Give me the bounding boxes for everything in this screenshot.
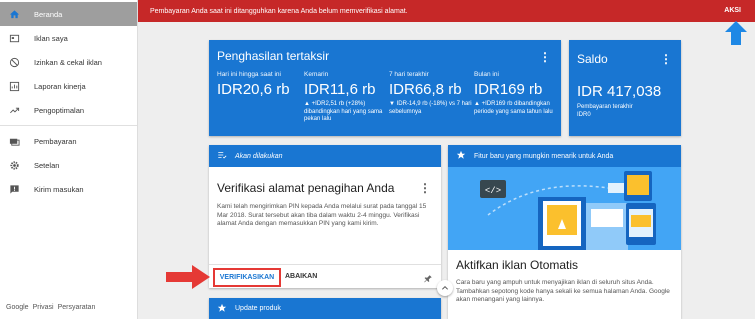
payments-icon	[8, 135, 20, 147]
report-icon	[8, 80, 20, 92]
sidebar-item-pengoptimalan[interactable]: Pengoptimalan	[0, 98, 137, 122]
home-icon	[8, 8, 20, 20]
update-card-header-label: Update produk	[235, 305, 281, 312]
sidebar-item-label: Beranda	[34, 9, 63, 19]
footer-privasi-link[interactable]: Privasi	[33, 304, 54, 311]
earnings-card: Penghasilan tertaksir ⋮ Hari ini hingga …	[209, 40, 561, 136]
sidebar-item-label: Iklan saya	[34, 33, 68, 43]
earnings-change: ▲ +IDR169 rb dibandingkan periode yang s…	[474, 101, 553, 115]
earnings-label: Bulan ini	[474, 71, 499, 78]
saldo-sub: Pembayaran terakhir IDR0	[577, 104, 633, 119]
gear-icon	[8, 159, 20, 171]
sidebar-item-label: Kirim masukan	[34, 184, 84, 194]
action-card-body: Kami telah mengirimkan PIN kepada Anda m…	[217, 203, 427, 227]
saldo-title: Saldo	[577, 52, 608, 66]
feedback-icon	[8, 183, 20, 195]
earnings-value: IDR11,6 rb	[304, 81, 376, 98]
earnings-value: IDR20,6 rb	[217, 81, 290, 98]
update-card-header: Update produk	[209, 298, 441, 319]
sidebar-item-label: Laporan kinerja	[34, 81, 86, 91]
earnings-value: IDR66,8 rb	[389, 81, 462, 98]
pin-icon[interactable]	[423, 271, 433, 289]
alert-banner: Pembayaran Anda saat ini ditangguhkan ka…	[138, 0, 755, 22]
auto-ads-illustration: </>	[448, 167, 681, 250]
sidebar-item-pembayaran[interactable]: Pembayaran	[0, 129, 137, 153]
star-icon	[456, 150, 466, 162]
sidebar-item-beranda[interactable]: Beranda	[0, 2, 137, 26]
checklist-icon	[217, 150, 227, 162]
chevron-up-icon	[441, 285, 449, 290]
footer-google: Google	[6, 304, 29, 311]
feature-card-header: Fitur baru yang mungkin menarik untuk An…	[448, 145, 681, 167]
sidebar-item-izinkan-cekal[interactable]: Izinkan & cekal iklan	[0, 50, 137, 74]
earnings-change: ▲ +IDR2,51 rb (+28%) dibandingkan hari y…	[304, 101, 383, 122]
more-vert-icon[interactable]: ⋮	[419, 181, 431, 195]
ad-icon	[8, 32, 20, 44]
sidebar-item-laporan-kinerja[interactable]: Laporan kinerja	[0, 74, 137, 98]
earnings-month: Bulan ini IDR169 rb ▲ +IDR169 rb dibandi…	[474, 71, 559, 116]
earnings-label: Kemarin	[304, 71, 329, 78]
last-payment-value: IDR0	[577, 111, 591, 118]
svg-text:</>: </>	[485, 186, 501, 196]
earnings-today: Hari ini hingga saat ini IDR20,6 rb	[217, 71, 302, 98]
ignore-button[interactable]: ABAIKAN	[285, 273, 317, 280]
earnings-title: Penghasilan tertaksir	[217, 49, 330, 63]
banner-action-button[interactable]: AKSI	[724, 7, 741, 14]
sidebar-item-label: Pembayaran	[34, 136, 77, 146]
action-card-footer: VERIFIKASIKAN ABAIKAN	[209, 264, 441, 288]
sidebar-item-kirim-masukan[interactable]: Kirim masukan	[0, 177, 137, 201]
action-card-title: Verifikasi alamat penagihan Anda	[217, 181, 395, 195]
more-vert-icon[interactable]: ⋮	[539, 50, 551, 64]
more-vert-icon[interactable]: ⋮	[660, 52, 672, 66]
red-arrow-icon	[166, 265, 210, 294]
sidebar: Beranda Iklan saya Izinkan & cekal iklan…	[0, 0, 138, 319]
banner-message: Pembayaran Anda saat ini ditangguhkan ka…	[150, 7, 408, 15]
feature-card-title: Aktifkan iklan Otomatis	[456, 258, 579, 272]
sidebar-item-label: Pengoptimalan	[34, 105, 85, 115]
earnings-7days: 7 hari terakhir IDR66,8 rb ▼ IDR-14,9 rb…	[389, 71, 474, 116]
saldo-card: Saldo ⋮ IDR 417,038 Pembayaran terakhir …	[569, 40, 681, 136]
sidebar-footer: Google Privasi Persyaratan	[6, 304, 95, 311]
sidebar-item-label: Setelan	[34, 160, 60, 170]
verify-button[interactable]: VERIFIKASIKAN	[213, 268, 281, 287]
sidebar-item-label: Izinkan & cekal iklan	[34, 57, 102, 67]
feature-card-desc: Cara baru yang ampuh untuk menyajikan ik…	[456, 279, 670, 303]
chevron-up-button[interactable]	[437, 280, 453, 296]
earnings-label: 7 hari terakhir	[389, 71, 429, 78]
update-card: Update produk	[209, 298, 441, 319]
last-payment-label: Pembayaran terakhir	[577, 104, 633, 110]
feature-card-header-label: Fitur baru yang mungkin menarik untuk An…	[474, 152, 614, 160]
star-icon	[217, 303, 227, 315]
sidebar-divider	[0, 125, 137, 126]
earnings-label: Hari ini hingga saat ini	[217, 71, 281, 78]
action-card: Akan dilakukan Verifikasi alamat penagih…	[209, 145, 441, 288]
feature-card: Fitur baru yang mungkin menarik untuk An…	[448, 145, 681, 319]
action-card-header-label: Akan dilakukan	[235, 152, 283, 160]
up-arrow-icon	[723, 20, 749, 51]
block-icon	[8, 56, 20, 68]
sidebar-item-setelan[interactable]: Setelan	[0, 153, 137, 177]
earnings-change: ▼ IDR-14,9 rb (-18%) vs 7 hari sebelumny…	[389, 101, 472, 115]
earnings-value: IDR169 rb	[474, 81, 543, 98]
footer-persyaratan-link[interactable]: Persyaratan	[58, 304, 96, 311]
earnings-yesterday: Kemarin IDR11,6 rb ▲ +IDR2,51 rb (+28%) …	[304, 71, 389, 124]
action-card-header: Akan dilakukan	[209, 145, 441, 167]
saldo-value: IDR 417,038	[577, 83, 662, 100]
sidebar-item-iklan-saya[interactable]: Iklan saya	[0, 26, 137, 50]
trending-icon	[8, 104, 20, 116]
